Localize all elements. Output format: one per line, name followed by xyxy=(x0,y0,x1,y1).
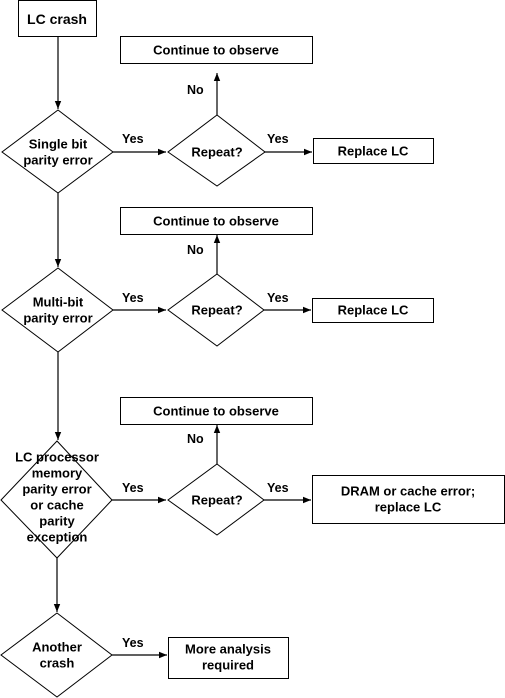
node-d4-text: crash xyxy=(40,656,75,671)
node-d2-text: Multi-bit xyxy=(33,295,84,310)
node-r2-text: Repeat? xyxy=(191,303,242,318)
node-a4-text: required xyxy=(202,658,254,673)
node-c3-text: Continue to observe xyxy=(153,404,279,419)
label-yes-r3: Yes xyxy=(267,481,289,495)
node-d4-text: Another xyxy=(32,640,82,655)
label-yes-d4: Yes xyxy=(122,636,144,650)
node-d3-text: LC processor xyxy=(15,450,99,465)
label-yes-r2: Yes xyxy=(267,291,289,305)
node-d3-text: or cache xyxy=(30,498,83,513)
node-d3-text: exception xyxy=(27,530,88,545)
label-no-r1: No xyxy=(187,83,204,97)
label-yes-d1: Yes xyxy=(122,132,144,146)
flowchart: LC crashSingle bitparity errorRepeat?Con… xyxy=(0,0,505,698)
node-a3-text: DRAM or cache error; xyxy=(341,484,475,499)
node-d1-text: parity error xyxy=(23,153,92,168)
node-d3-text: parity xyxy=(39,514,75,529)
label-no-r3: No xyxy=(187,432,204,446)
node-a3-text: replace LC xyxy=(375,500,442,515)
node-d1 xyxy=(1,109,114,194)
node-start-text: LC crash xyxy=(27,11,87,27)
node-a1-text: Replace LC xyxy=(338,144,409,159)
label-yes-d2: Yes xyxy=(122,291,144,305)
node-a4-text: More analysis xyxy=(185,642,271,657)
label-yes-r1: Yes xyxy=(267,132,289,146)
node-d2-text: parity error xyxy=(23,311,92,326)
node-d1-text: Single bit xyxy=(29,137,88,152)
node-d3-text: parity error xyxy=(22,482,91,497)
node-r1-text: Repeat? xyxy=(191,145,242,160)
node-a2-text: Replace LC xyxy=(338,303,409,318)
node-c1-text: Continue to observe xyxy=(153,43,279,58)
node-r3-text: Repeat? xyxy=(191,493,242,508)
node-d3-text: memory xyxy=(32,466,83,481)
label-no-r2: No xyxy=(187,243,204,257)
node-c2-text: Continue to observe xyxy=(153,214,279,229)
label-yes-d3: Yes xyxy=(122,481,144,495)
